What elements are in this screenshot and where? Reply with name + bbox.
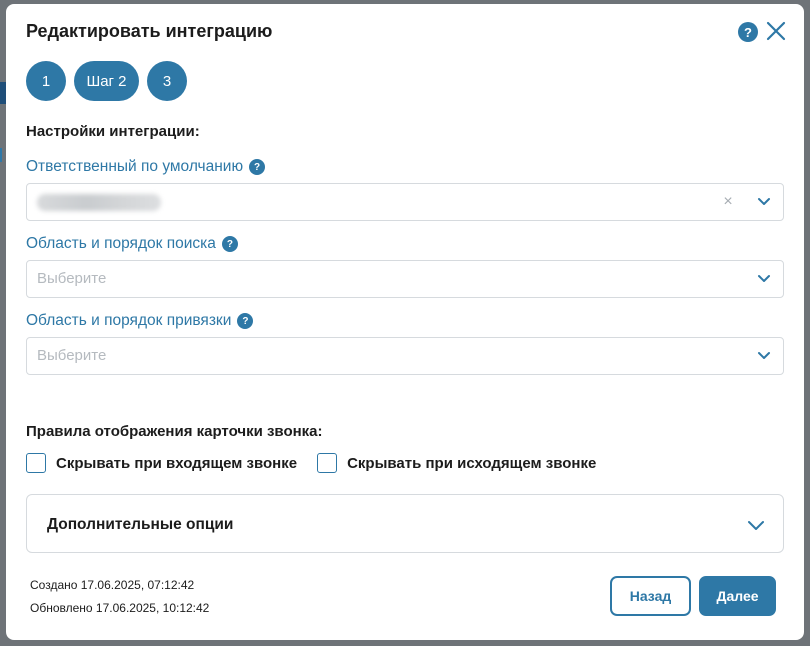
step-2[interactable]: Шаг 2 — [74, 61, 139, 101]
additional-options-accordion[interactable]: Дополнительные опции — [26, 494, 784, 553]
accordion-title: Дополнительные опции — [47, 516, 234, 533]
clear-icon[interactable]: × — [721, 194, 735, 210]
chevron-down-icon — [758, 198, 770, 205]
select-placeholder: Выберите — [37, 270, 107, 287]
updated-timestamp: Обновлено 17.06.2025, 10:12:42 — [30, 601, 210, 615]
field-label-text: Область и порядок привязки — [26, 312, 232, 329]
field-label-text: Ответственный по умолчанию — [26, 158, 244, 175]
call-card-rules-title: Правила отображения карточки звонка: — [26, 423, 323, 440]
call-card-options: Скрывать при входящем звонке Скрывать пр… — [26, 453, 596, 473]
next-button[interactable]: Далее — [699, 576, 776, 616]
stepper: 1 Шаг 2 3 — [26, 61, 187, 101]
help-icon[interactable]: ? — [249, 159, 266, 175]
search-scope-label: Область и порядок поиска ? — [26, 235, 238, 253]
checkbox-box[interactable] — [26, 453, 46, 473]
chevron-down-icon — [758, 275, 770, 282]
default-responsible-label: Ответственный по умолчанию ? — [26, 158, 266, 176]
select-placeholder: Выберите — [37, 347, 107, 364]
checkbox-box[interactable] — [317, 453, 338, 473]
chevron-down-icon — [748, 521, 764, 530]
created-timestamp: Создано 17.06.2025, 07:12:42 — [30, 578, 195, 592]
binding-scope-select[interactable]: Выберите — [26, 337, 784, 375]
binding-scope-label: Область и порядок привязки ? — [26, 312, 254, 330]
help-icon[interactable]: ? — [221, 236, 238, 252]
help-icon[interactable]: ? — [738, 22, 758, 42]
hide-on-outgoing-checkbox[interactable]: Скрывать при исходящем звонке — [317, 453, 596, 473]
help-icon[interactable]: ? — [237, 313, 254, 329]
search-scope-select[interactable]: Выберите — [26, 260, 784, 298]
default-responsible-select[interactable]: × — [26, 183, 784, 221]
edit-integration-modal: Редактировать интеграцию ? 1 Шаг 2 3 Нас… — [6, 4, 804, 640]
redacted-value — [37, 194, 161, 211]
step-3[interactable]: 3 — [147, 61, 187, 101]
hide-on-incoming-checkbox[interactable]: Скрывать при входящем звонке — [26, 453, 297, 473]
back-button[interactable]: Назад — [610, 576, 691, 616]
close-icon[interactable] — [765, 20, 787, 42]
modal-title: Редактировать интеграцию — [26, 21, 273, 41]
chevron-down-icon — [758, 352, 770, 359]
step-1[interactable]: 1 — [26, 61, 66, 101]
checkbox-label: Скрывать при входящем звонке — [56, 454, 298, 472]
integration-settings-title: Настройки интеграции: — [26, 123, 200, 140]
checkbox-label: Скрывать при исходящем звонке — [347, 454, 597, 472]
field-label-text: Область и порядок поиска — [26, 235, 216, 252]
